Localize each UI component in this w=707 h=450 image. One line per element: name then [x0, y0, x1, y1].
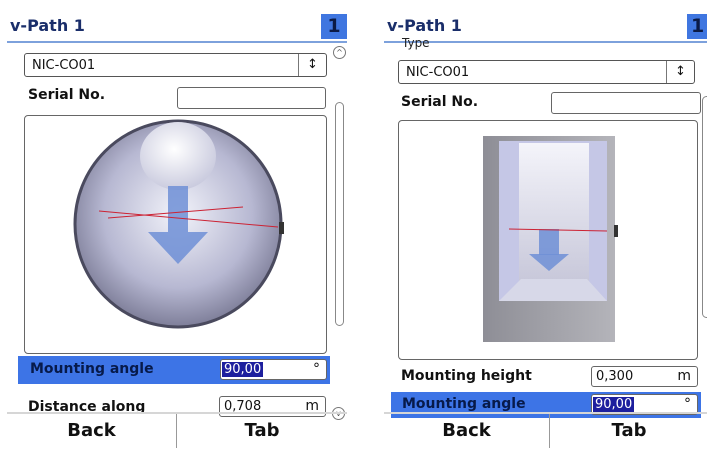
type-label: Type [402, 36, 430, 50]
type-select-value: NIC-CO01 [406, 65, 470, 80]
mounting-angle-label: Mounting angle [402, 396, 526, 412]
scrollbar[interactable] [702, 96, 707, 318]
select-arrows-icon: ↕ [298, 54, 326, 76]
mounting-height-label: Mounting height [401, 368, 532, 384]
mounting-height-input[interactable]: 0,300 m [591, 366, 698, 387]
tab-button[interactable]: Tab [176, 414, 347, 448]
scrollbar[interactable] [335, 102, 344, 326]
tab-button[interactable]: Tab [549, 414, 707, 448]
serial-label: Serial No. [28, 87, 106, 103]
button-bar: Back Tab [7, 412, 347, 448]
page-title: v-Path 1 [387, 16, 462, 35]
button-bar: Back Tab [384, 412, 707, 448]
scroll-up-icon[interactable]: ^ [333, 46, 346, 59]
serial-input[interactable] [551, 92, 701, 114]
pipe-illustration [24, 115, 327, 354]
title-bar: v-Path 1 1 [384, 10, 707, 43]
serial-label: Serial No. [401, 94, 479, 110]
mounting-angle-row[interactable]: Mounting angle 90,00 ° [18, 356, 330, 384]
left-panel: v-Path 1 1 NIC-CO01 ↕ Serial No. Mountin… [7, 10, 347, 448]
back-button[interactable]: Back [7, 414, 176, 448]
path-number-badge: 1 [321, 14, 347, 39]
type-select-value: NIC-CO01 [32, 58, 96, 73]
channel-illustration [398, 120, 698, 360]
type-select[interactable]: NIC-CO01 ↕ [398, 60, 695, 84]
rectangular-channel-icon [483, 136, 618, 342]
mounting-angle-input[interactable]: 90,00 ° [220, 359, 327, 380]
round-pipe-icon [73, 119, 284, 329]
back-button[interactable]: Back [384, 414, 549, 448]
title-bar: v-Path 1 1 [7, 10, 347, 43]
path-number-badge: 1 [687, 14, 707, 39]
type-select[interactable]: NIC-CO01 ↕ [24, 53, 327, 77]
page-title: v-Path 1 [10, 16, 85, 35]
right-panel: v-Path 1 1 Type NIC-CO01 ↕ Serial No. Mo… [384, 10, 707, 448]
mounting-angle-label: Mounting angle [30, 361, 154, 377]
serial-input[interactable] [177, 87, 326, 109]
select-arrows-icon: ↕ [666, 61, 694, 83]
